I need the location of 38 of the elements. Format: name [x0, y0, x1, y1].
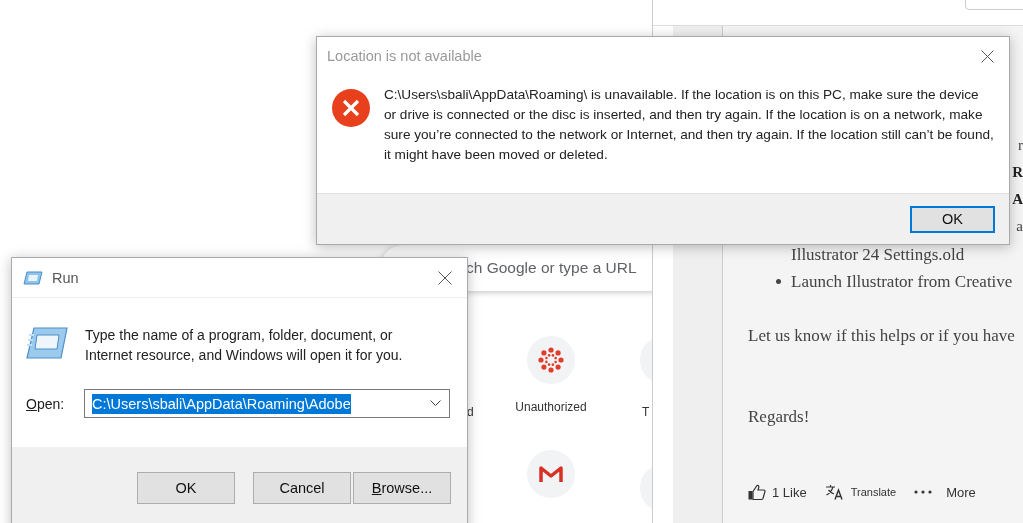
post-action-link[interactable]: Translate: [824, 484, 897, 500]
envelope-m-icon: [539, 465, 563, 483]
open-combobox[interactable]: C:\Users\sbali\AppData\Roaming\Adobe: [84, 389, 450, 418]
post-text: Let us know if this helps or if you have: [748, 325, 1016, 347]
run-icon: [23, 270, 43, 285]
list-item-text: Launch Illustrator from Creative: [791, 271, 1013, 293]
dialog-title: Run: [52, 269, 80, 286]
translate-icon: [824, 484, 845, 500]
run-icon: [26, 327, 68, 359]
chevron-down-icon[interactable]: [430, 400, 441, 407]
close-icon[interactable]: [438, 270, 452, 285]
open-label: Open:: [26, 395, 66, 412]
dotted-ring-icon: [538, 347, 564, 373]
shortcut-label: Unauthorized: [515, 400, 587, 414]
thumbs-up-icon: [748, 484, 766, 500]
post-action-link[interactable]: More: [914, 484, 976, 500]
error-message: C:\Users\sbali\AppData\Roaming\ is unavailable. If the location is on this PC, make sure the device or drive is connected or the disc is inserted, and then try again. If the location is on a network, make sure you’re connected to the network or Internet, and then try again. If the location still can’t be found, it might have been moved or deleted.: [384, 86, 994, 164]
shortcut-label: d: [467, 405, 474, 419]
post-text: a: [1016, 217, 1023, 236]
cancel-button[interactable]: Cancel: [253, 472, 351, 504]
list-item-text: Illustrator 24 Settings.old: [790, 244, 966, 266]
post-text: A: [1012, 190, 1023, 209]
close-icon[interactable]: [981, 49, 994, 63]
more-icon: [914, 490, 933, 494]
browse-button[interactable]: Browse...: [353, 472, 451, 504]
post-action-link[interactable]: 1 Like: [748, 484, 807, 500]
instruction-text: Type the name of a program, folder, document, or Internet resource, and Windows will open it for you.: [85, 326, 404, 365]
shortcut-tile[interactable]: [527, 450, 575, 498]
post-text: r: [1018, 136, 1023, 155]
shortcut-label: T: [642, 405, 650, 419]
post-text: R: [1012, 163, 1023, 182]
error-icon: [332, 89, 370, 127]
ok-button[interactable]: OK: [137, 472, 235, 504]
bullet-icon: [776, 279, 781, 284]
post-text: Regards!: [748, 406, 811, 428]
shortcut-tile[interactable]: [527, 336, 575, 384]
ok-button[interactable]: OK: [910, 205, 995, 233]
dialog-title: Location is not available: [327, 48, 482, 64]
